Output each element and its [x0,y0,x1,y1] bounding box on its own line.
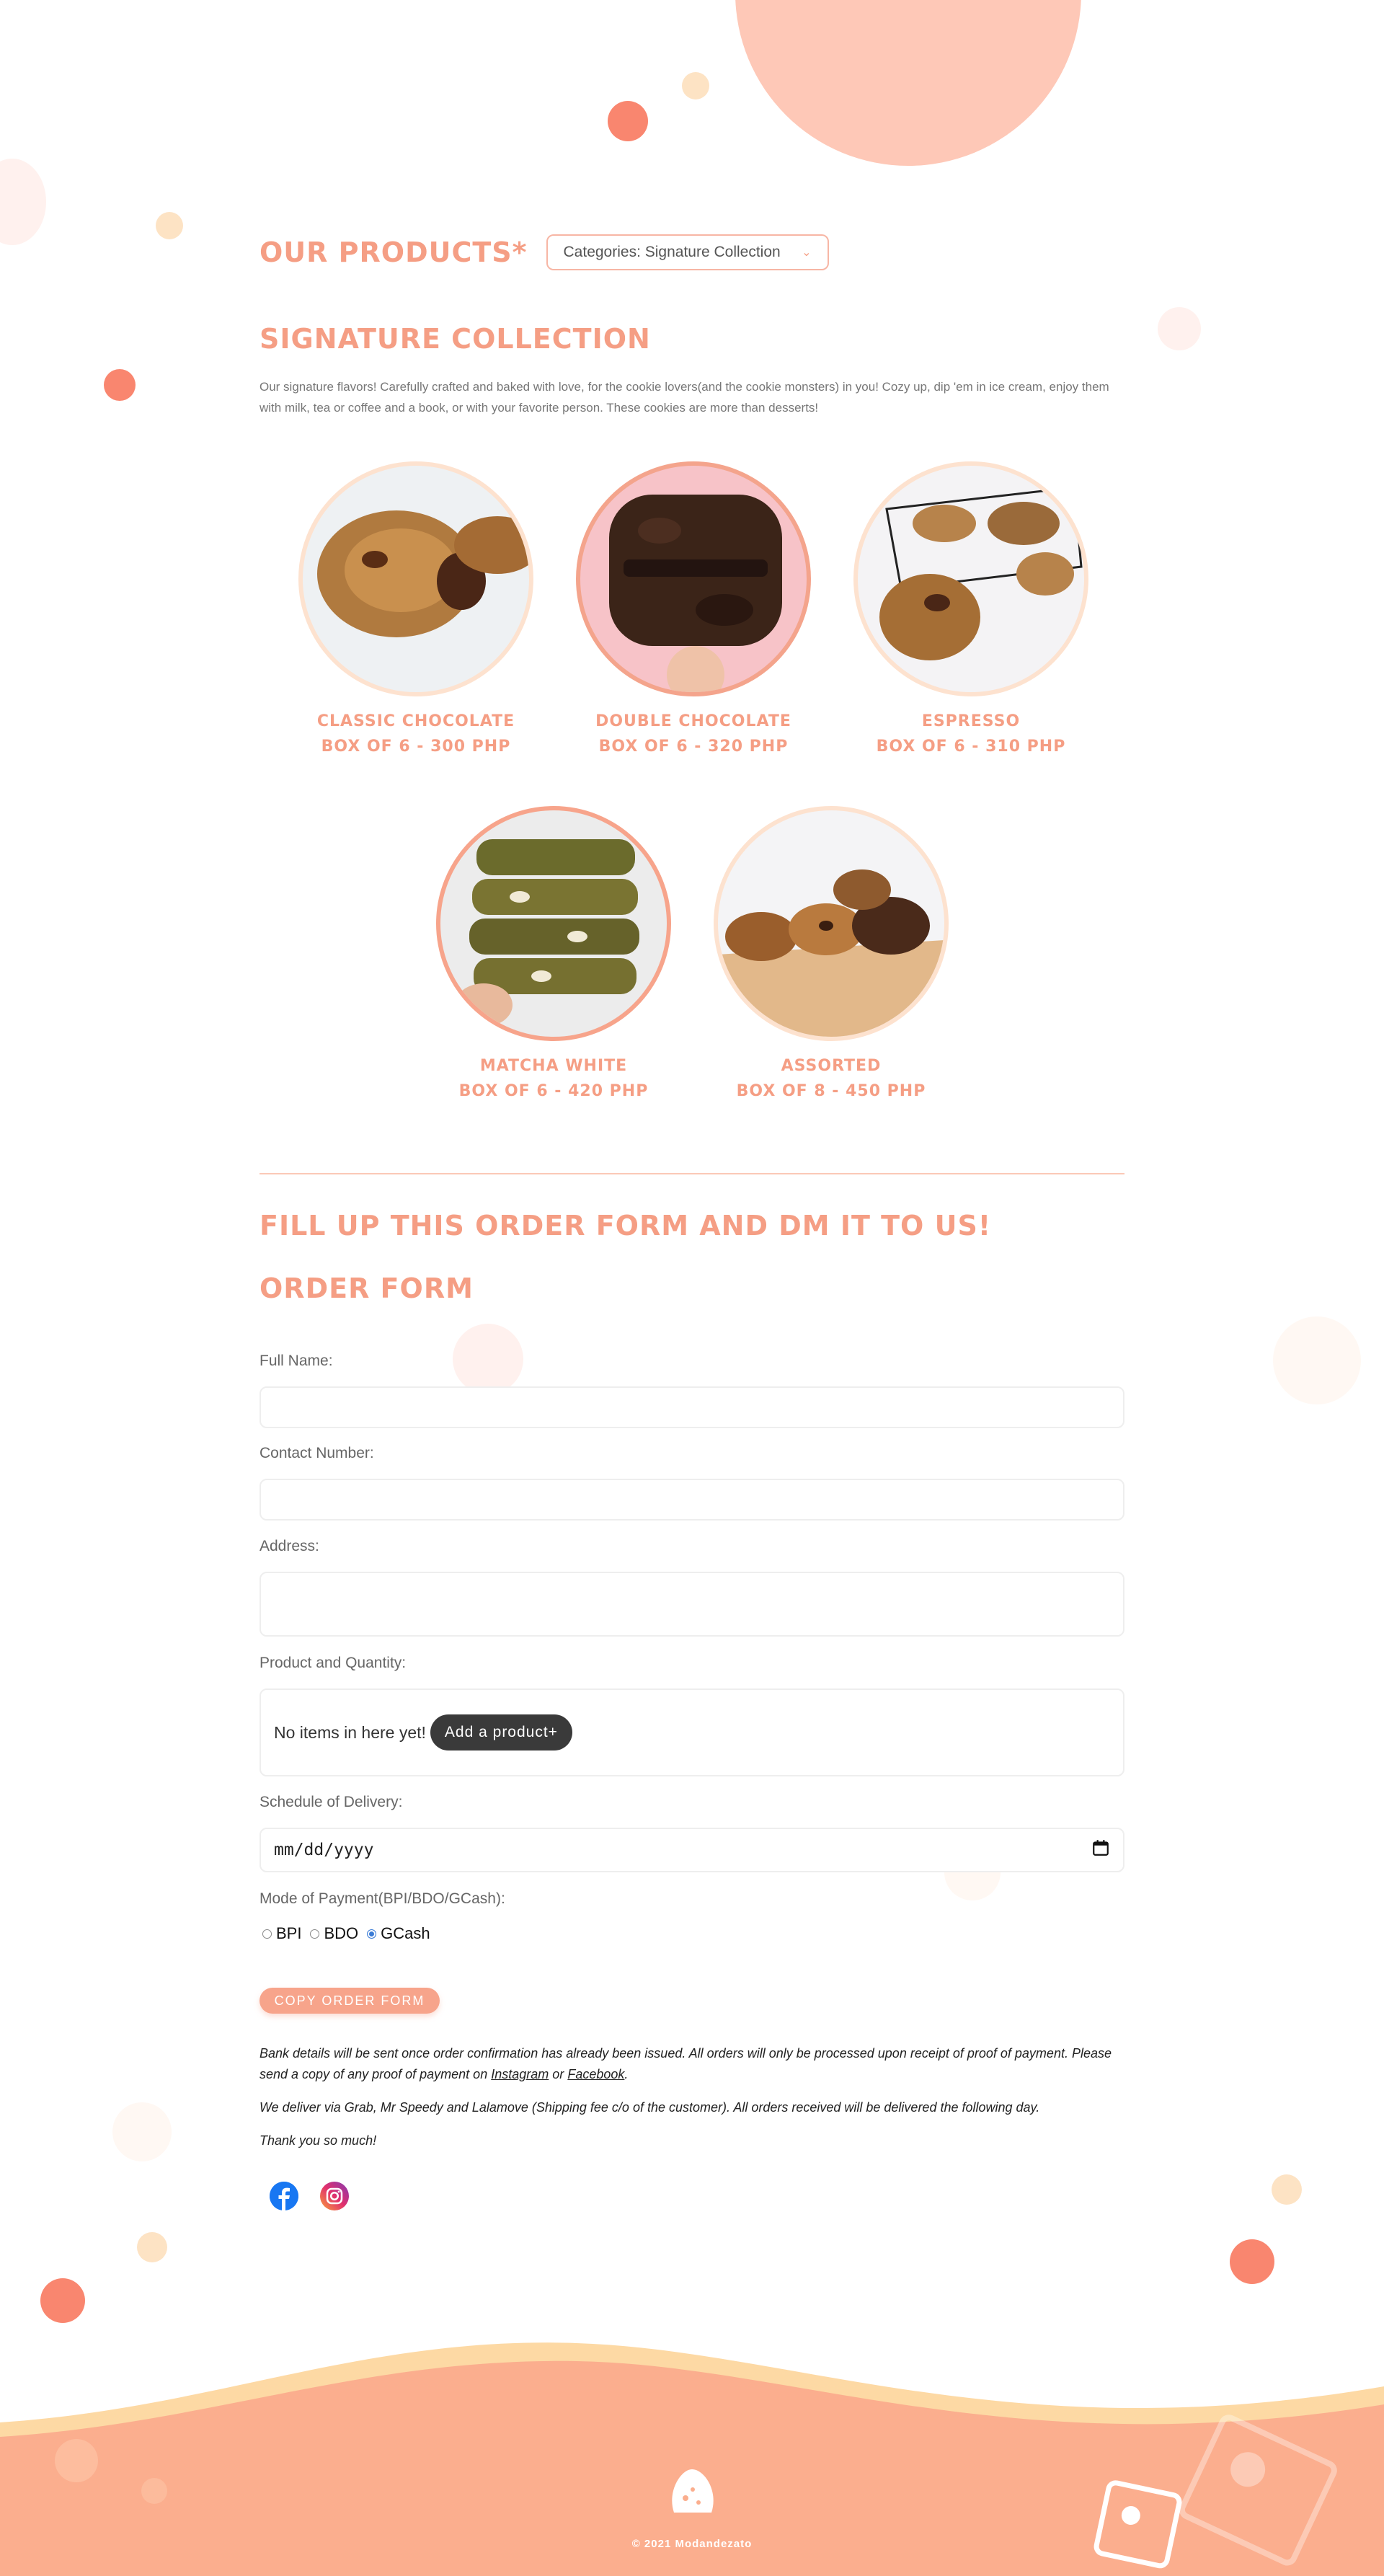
espresso-photo [853,461,1088,696]
decorative-bubble [1273,1316,1361,1404]
classic-chocolate-photo [298,461,533,696]
full-name-input[interactable] [260,1386,1124,1428]
decorative-bubble [453,1324,523,1394]
instagram-link[interactable]: Instagram [491,2067,549,2081]
section-divider [260,1173,1124,1174]
product-name: ASSORTED [781,1057,882,1075]
decorative-bubble [156,212,183,239]
product-price: BOX OF 6 - 310 PHP [876,738,1066,756]
payment-option-label: BPI [276,1924,302,1942]
decorative-bubble [104,369,136,401]
product-quantity-label: Product and Quantity: [260,1655,407,1671]
double-chocolate-photo [576,461,811,696]
products-header: OUR PRODUCTS* Categories: Signature Coll… [260,231,829,274]
product-price: BOX OF 6 - 320 PHP [598,738,789,756]
social-links [270,2182,349,2210]
footer-wave [0,2342,1384,2576]
assorted-photo [714,806,949,1041]
bank-note-text: Bank details will be sent once order con… [260,2046,1112,2081]
order-form-title: ORDER FORM [260,1272,474,1304]
full-name-label: Full Name: [260,1353,333,1369]
delivery-note: We deliver via Grab, Mr Speedy and Lalam… [260,2100,1040,2115]
payment-option-bpi[interactable]: BPI [260,1924,301,1943]
thanks-note: Thank you so much! [260,2133,377,2148]
product-name: ESPRESSO [921,712,1021,730]
address-label: Address: [260,1538,319,1554]
radio-button[interactable] [310,1929,320,1939]
payment-option-label: GCash [381,1924,430,1942]
delivery-date-input[interactable]: mm/dd/yyyy [260,1828,1124,1872]
product-card-double-chocolate[interactable]: DOUBLE CHOCOLATE BOX OF 6 - 320 PHP [575,461,812,756]
product-name: DOUBLE CHOCOLATE [595,712,791,730]
product-name: CLASSIC CHOCOLATE [316,712,515,730]
product-price: BOX OF 6 - 420 PHP [458,1082,649,1100]
decorative-bubble [1230,2239,1274,2284]
copyright-text: © 2021 Modandezato [631,2538,753,2550]
payment-option-gcash[interactable]: GCash [364,1924,430,1943]
matcha-white-photo [436,806,671,1041]
decorative-bubble [1158,307,1201,350]
decorative-bubble [0,159,46,245]
category-select[interactable]: Categories: Signature Collection ⌄ [546,234,829,270]
product-card-matcha-white[interactable]: MATCHA WHITE BOX OF 6 - 420 PHP [435,806,673,1100]
facebook-icon[interactable] [270,2182,298,2210]
payment-option-label: BDO [324,1924,359,1942]
contact-number-input[interactable] [260,1479,1124,1521]
decorative-bubble [1272,2174,1302,2205]
decorative-bubble [112,2102,172,2161]
calendar-icon[interactable] [1091,1838,1110,1862]
decorative-circle-large [735,0,1081,166]
radio-button[interactable] [262,1929,272,1939]
product-quantity-box: No items in here yet! Add a product+ [260,1688,1124,1776]
add-product-button[interactable]: Add a product+ [430,1714,572,1750]
bank-note: Bank details will be sent once order con… [260,2043,1124,2085]
date-placeholder: mm/dd/yyyy [274,1841,374,1859]
decorative-bubble [608,101,648,141]
schedule-label: Schedule of Delivery: [260,1794,403,1810]
products-title: OUR PRODUCTS* [260,236,528,268]
payment-label: Mode of Payment(BPI/BDO/GCash): [260,1890,505,1907]
facebook-link[interactable]: Facebook [567,2067,624,2081]
empty-cart-text: No items in here yet! [274,1722,426,1742]
or-text: or [552,2067,564,2081]
decorative-bubble [137,2232,167,2262]
collection-description: Our signature flavors! Carefully crafted… [260,380,1109,415]
period-text: . [624,2067,629,2081]
payment-radio-group: BPI BDO GCash [260,1924,436,1943]
instagram-icon[interactable] [320,2182,349,2210]
product-card-classic-chocolate[interactable]: CLASSIC CHOCOLATE BOX OF 6 - 300 PHP [297,461,535,756]
order-notes: Bank details will be sent once order con… [260,2043,1124,2164]
copy-order-form-button[interactable]: COPY ORDER FORM [260,1988,440,2014]
payment-option-bdo[interactable]: BDO [307,1924,358,1943]
product-price: BOX OF 6 - 300 PHP [321,738,511,756]
collection-title: SIGNATURE COLLECTION [260,323,651,355]
chevron-down-icon: ⌄ [802,247,812,259]
product-name: MATCHA WHITE [479,1057,628,1075]
dm-title: FILL UP THIS ORDER FORM AND DM IT TO US! [260,1210,992,1241]
product-card-espresso[interactable]: ESPRESSO BOX OF 6 - 310 PHP [852,461,1090,756]
radio-button-selected[interactable] [367,1929,377,1939]
product-card-assorted[interactable]: ASSORTED BOX OF 8 - 450 PHP [712,806,950,1100]
product-price: BOX OF 8 - 450 PHP [736,1082,926,1100]
category-select-label: Categories: Signature Collection [563,244,781,260]
decorative-bubble [682,72,709,99]
contact-number-label: Contact Number: [260,1445,374,1461]
address-input[interactable] [260,1572,1124,1637]
